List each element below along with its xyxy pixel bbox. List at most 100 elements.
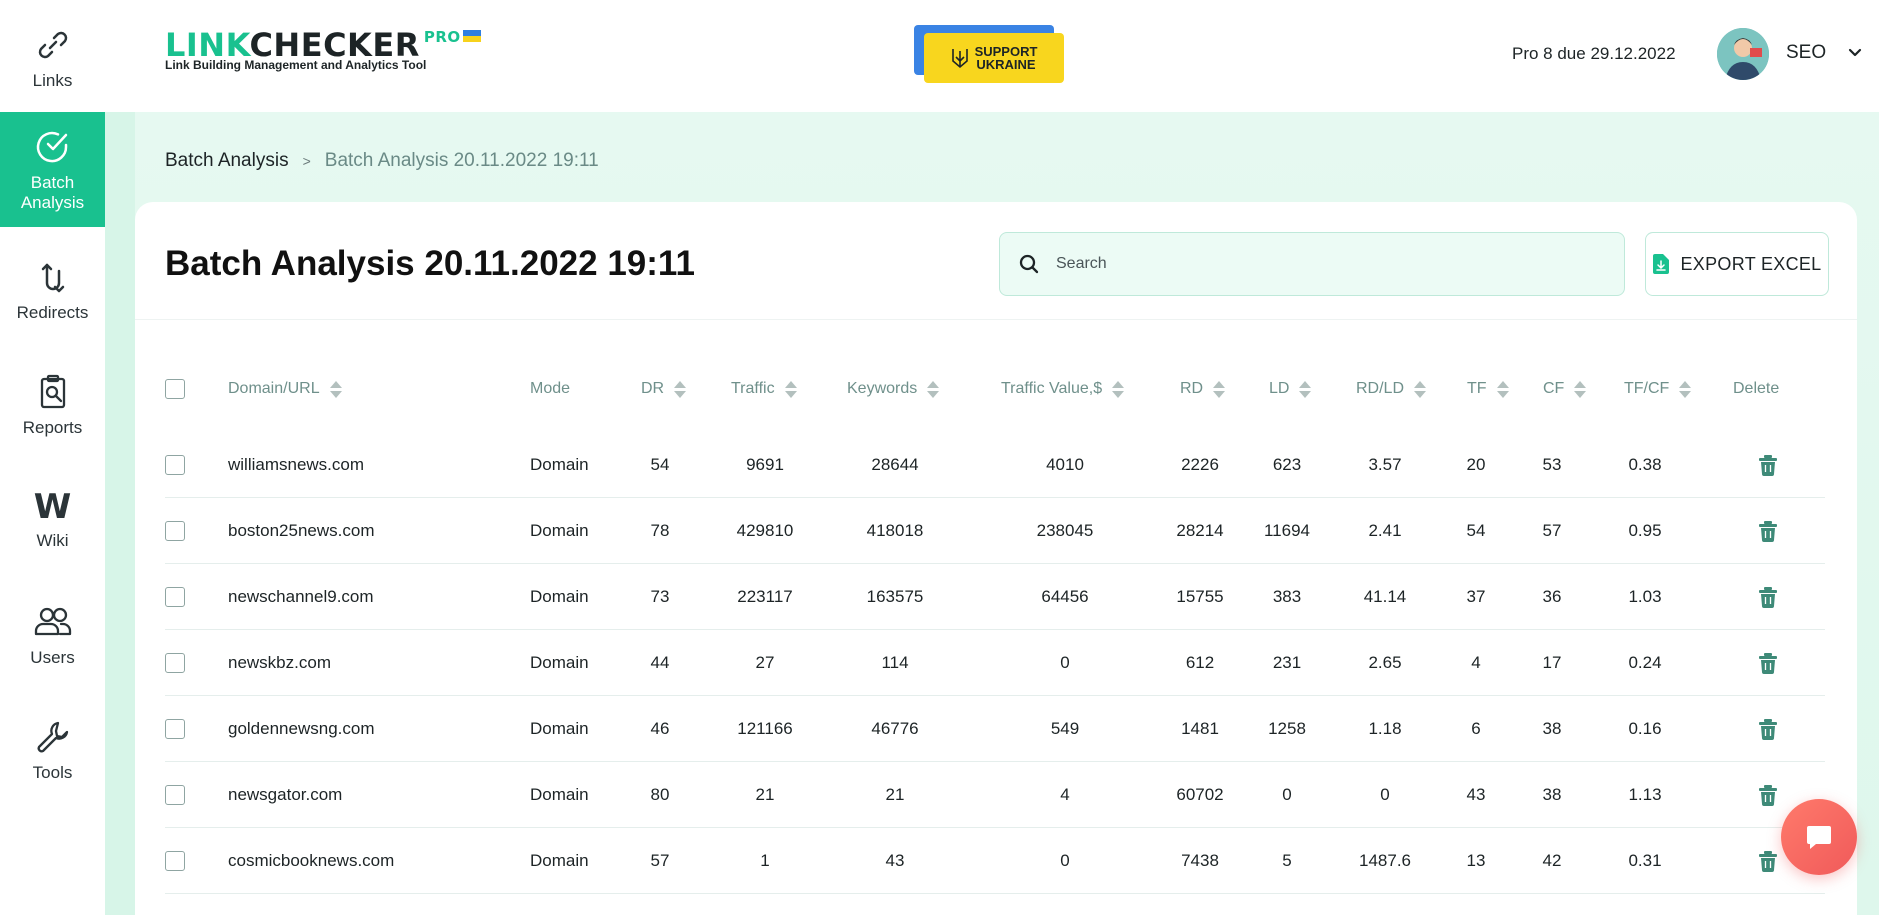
column-header-domain[interactable]: Domain/URL xyxy=(228,356,488,422)
column-header-ld[interactable]: LD xyxy=(1269,356,1339,422)
cell-dr: 80 xyxy=(650,785,670,804)
cell-traffic-value: 0 xyxy=(1060,851,1070,870)
sort-arrows-icon[interactable] xyxy=(329,380,342,398)
sidebar-item-redirects[interactable]: Redirects xyxy=(0,232,105,347)
cell-traffic: 21 xyxy=(755,785,775,804)
delete-row-button[interactable] xyxy=(1733,630,1803,696)
sort-arrows-icon[interactable] xyxy=(1213,380,1226,398)
cell-domain[interactable]: goldennewsng.com xyxy=(228,696,488,762)
cell-traffic: 27 xyxy=(755,653,775,672)
column-header-tf-cf[interactable]: TF/CF xyxy=(1624,356,1714,422)
sort-arrows-icon[interactable] xyxy=(784,380,797,398)
row-checkbox[interactable] xyxy=(165,521,185,541)
chat-launcher-button[interactable] xyxy=(1781,799,1857,875)
column-header-dr[interactable]: DR xyxy=(641,356,711,422)
cell-tf: 20 xyxy=(1466,455,1486,474)
cell-rd: 1481 xyxy=(1181,719,1219,738)
sort-arrows-icon[interactable] xyxy=(1414,380,1427,398)
cell-domain[interactable]: boston25news.com xyxy=(228,498,488,564)
column-header-cf[interactable]: CF xyxy=(1543,356,1603,422)
cell-traffic-value: 0 xyxy=(1060,653,1070,672)
breadcrumb-root-link[interactable]: Batch Analysis xyxy=(165,150,289,172)
wrench-icon xyxy=(37,721,68,753)
cell-traffic-value: 549 xyxy=(1050,719,1080,738)
sort-arrows-icon[interactable] xyxy=(1496,380,1509,398)
sort-arrows-icon[interactable] xyxy=(927,380,940,398)
sidebar-item-reports[interactable]: Reports xyxy=(0,347,105,462)
export-excel-button[interactable]: EXPORT EXCEL xyxy=(1645,232,1829,296)
row-checkbox[interactable] xyxy=(165,851,185,871)
select-all-checkbox[interactable] xyxy=(165,379,185,399)
sidebar-item-wiki[interactable]: W Wiki xyxy=(0,462,105,577)
cell-traffic-value: 4 xyxy=(1060,785,1070,804)
row-checkbox[interactable] xyxy=(165,455,185,475)
delete-row-button[interactable] xyxy=(1733,696,1803,762)
row-checkbox[interactable] xyxy=(165,719,185,739)
row-checkbox[interactable] xyxy=(165,653,185,673)
cell-domain[interactable]: williamsnews.com xyxy=(228,432,488,498)
search-input[interactable] xyxy=(1056,255,1596,273)
column-header-tf[interactable]: TF xyxy=(1467,356,1527,422)
chevron-down-icon[interactable] xyxy=(1847,46,1863,60)
sort-arrows-icon[interactable] xyxy=(1574,380,1587,398)
sidebar-item-label: Redirects xyxy=(16,302,89,322)
sidebar-item-batch-analysis[interactable]: Batch Analysis xyxy=(0,112,105,227)
table-row: williamsnews.com Domain 54 9691 28644 4010 222… xyxy=(165,432,1825,498)
trash-icon xyxy=(1759,652,1777,674)
sidebar-item-tools[interactable]: Tools xyxy=(0,692,105,807)
cell-rd: 2226 xyxy=(1181,455,1219,474)
sidebar-item-label: Tools xyxy=(32,762,73,782)
wiki-icon: W xyxy=(33,487,72,528)
sidebar-item-label: Batch xyxy=(30,172,75,192)
delete-row-button[interactable] xyxy=(1733,432,1803,498)
cell-dr: 54 xyxy=(650,455,670,474)
trash-icon xyxy=(1759,784,1777,806)
column-header-traffic[interactable]: Traffic xyxy=(731,356,821,422)
delete-row-button[interactable] xyxy=(1733,564,1803,630)
cell-ld: 1258 xyxy=(1268,719,1306,738)
cell-cf: 36 xyxy=(1542,587,1562,606)
cell-rd-ld: 1.18 xyxy=(1368,719,1402,738)
delete-row-button[interactable] xyxy=(1733,498,1803,564)
avatar[interactable] xyxy=(1717,28,1769,80)
row-checkbox[interactable] xyxy=(165,587,185,607)
cell-ld: 0 xyxy=(1282,785,1292,804)
column-header-rd-ld[interactable]: RD/LD xyxy=(1356,356,1456,422)
support-ukraine-button[interactable]: SUPPORT UKRAINE xyxy=(914,25,1066,83)
content-background-edge xyxy=(105,112,135,915)
sidebar: Links Batch Analysis Redirects Reports W… xyxy=(0,0,105,915)
sidebar-item-label: Reports xyxy=(22,417,83,437)
sidebar-item-label-line2: Analysis xyxy=(20,192,85,212)
search-box[interactable] xyxy=(999,232,1625,296)
cell-rd: 7438 xyxy=(1181,851,1219,870)
row-checkbox[interactable] xyxy=(165,785,185,805)
column-header-keywords[interactable]: Keywords xyxy=(847,356,967,422)
cell-traffic: 223117 xyxy=(737,587,793,606)
cell-dr: 46 xyxy=(650,719,670,738)
sort-arrows-icon[interactable] xyxy=(1299,380,1312,398)
sort-arrows-icon[interactable] xyxy=(1679,380,1692,398)
cell-domain[interactable]: newskbz.com xyxy=(228,630,488,696)
sidebar-item-users[interactable]: Users xyxy=(0,577,105,692)
cell-domain[interactable]: newschannel9.com xyxy=(228,564,488,630)
cell-keywords: 43 xyxy=(885,851,905,870)
sort-arrows-icon[interactable] xyxy=(674,380,687,398)
logo[interactable]: LINKCHECKER PRO Link Building Management … xyxy=(165,26,481,72)
sort-arrows-icon[interactable] xyxy=(1112,380,1125,398)
user-name[interactable]: SEO xyxy=(1786,42,1826,64)
column-header-traffic-value[interactable]: Traffic Value,$ xyxy=(1001,356,1151,422)
cell-traffic: 9691 xyxy=(746,455,784,474)
cell-rd: 28214 xyxy=(1176,521,1224,540)
sidebar-item-label: Users xyxy=(30,647,75,667)
column-header-rd[interactable]: RD xyxy=(1180,356,1250,422)
cell-tf: 6 xyxy=(1471,719,1481,738)
sidebar-item-links[interactable]: Links xyxy=(0,0,105,115)
cell-mode: Domain xyxy=(530,587,589,606)
cell-traffic-value: 64456 xyxy=(1041,587,1089,606)
trash-icon xyxy=(1759,850,1777,872)
cell-domain[interactable]: cosmicbooknews.com xyxy=(228,828,488,894)
cell-cf: 57 xyxy=(1542,521,1562,540)
cell-rd-ld: 0 xyxy=(1380,785,1390,804)
cell-domain[interactable]: newsgator.com xyxy=(228,762,488,828)
cell-rd: 612 xyxy=(1185,653,1215,672)
